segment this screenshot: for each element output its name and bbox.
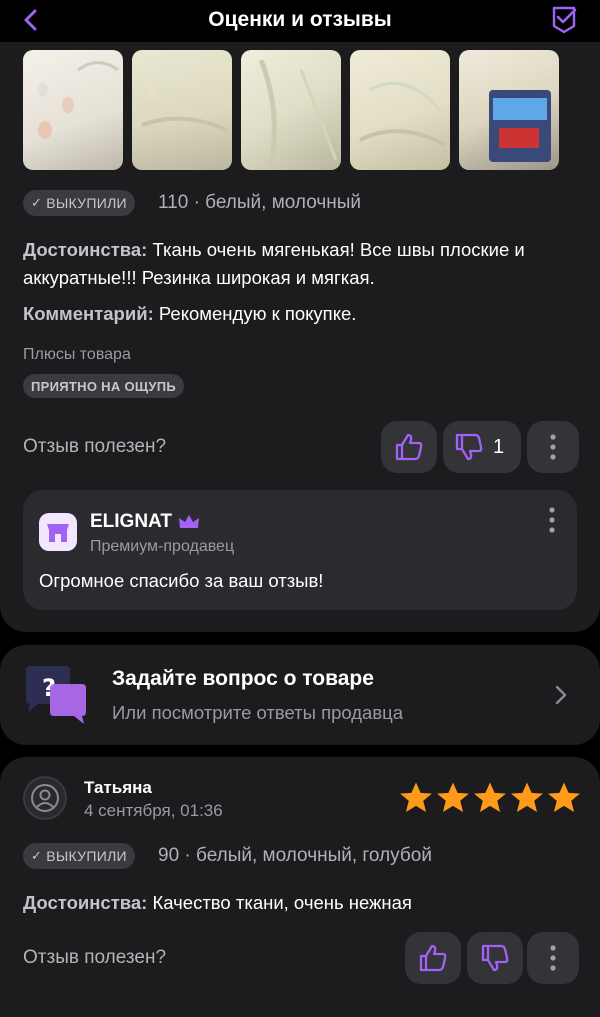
review-photo[interactable] xyxy=(23,50,123,170)
crown-icon xyxy=(178,515,199,528)
check-icon: ✓ xyxy=(31,195,43,210)
thumbs-up-icon xyxy=(419,944,447,972)
ask-question-banner[interactable]: ? Задайте вопрос о товаре Или посмотрите… xyxy=(0,645,600,745)
star-icon xyxy=(474,782,506,813)
pros-tag: ПРИЯТНО НА ОЩУПЬ xyxy=(23,374,185,398)
author-name: Татьяна xyxy=(84,778,152,797)
seller-name: ELIGNAT xyxy=(90,511,172,532)
review-photo[interactable] xyxy=(132,50,232,170)
star-icon xyxy=(548,782,580,813)
pros-text: Достоинства: Качество ткани, очень нежна… xyxy=(23,892,412,913)
helpful-label: Отзыв полезен? xyxy=(23,947,167,968)
review-photos xyxy=(23,50,600,170)
product-pros-title: Плюсы товара xyxy=(23,346,131,363)
user-icon xyxy=(31,784,59,812)
review-photo[interactable] xyxy=(350,50,450,170)
bought-badge: ✓ ВЫКУПИЛИ xyxy=(23,190,135,216)
dislike-button[interactable]: 1 xyxy=(443,421,521,473)
helpful-label: Отзыв полезен? xyxy=(23,436,167,457)
star-icon xyxy=(511,782,543,813)
dislike-count: 1 xyxy=(493,435,505,458)
dislike-button[interactable] xyxy=(467,932,523,984)
more-vertical-icon xyxy=(550,945,556,971)
ask-title: Задайте вопрос о товаре xyxy=(112,667,374,690)
pros-text: Достоинства: Ткань очень мягенькая! Все … xyxy=(23,239,525,288)
top-bar: Оценки и отзывы xyxy=(0,0,600,42)
more-options-button[interactable] xyxy=(527,421,579,473)
chat-question-icon: ? xyxy=(26,666,86,724)
avatar xyxy=(23,776,67,820)
bought-badge: ✓ ВЫКУПИЛИ xyxy=(23,843,135,869)
check-icon: ✓ xyxy=(31,848,43,863)
like-button[interactable] xyxy=(405,932,461,984)
review-card: Татьяна 4 сентября, 01:36 ✓ ВЫКУПИЛИ 90 … xyxy=(0,757,600,1017)
store-icon xyxy=(47,524,69,542)
review-photo[interactable] xyxy=(459,50,559,170)
review-card: ✓ ВЫКУПИЛИ 110 · белый, молочный Достоин… xyxy=(0,42,600,632)
seller-reply-text: Огромное спасибо за ваш отзыв! xyxy=(39,570,324,591)
bag-check-icon[interactable] xyxy=(548,4,580,36)
thumbs-down-icon xyxy=(481,944,509,972)
more-options-button[interactable] xyxy=(527,932,579,984)
size-color: 110 · белый, молочный xyxy=(158,192,362,213)
star-icon xyxy=(437,782,469,813)
star-icon xyxy=(400,782,432,813)
review-date: 4 сентября, 01:36 xyxy=(84,801,223,820)
seller-reply: ELIGNAT Премиум-продавец Огромное спасиб… xyxy=(23,490,577,610)
thumbs-up-icon xyxy=(395,433,423,461)
comment-text: Комментарий: Рекомендую к покупке. xyxy=(23,303,357,324)
chevron-right-icon xyxy=(555,685,567,705)
thumbs-down-icon xyxy=(455,433,483,461)
shop-logo xyxy=(39,513,77,551)
more-vertical-icon xyxy=(550,434,556,460)
page-title: Оценки и отзывы xyxy=(208,8,392,31)
seller-status: Премиум-продавец xyxy=(90,538,235,555)
ask-subtitle: Или посмотрите ответы продавца xyxy=(112,702,404,723)
rating-stars xyxy=(398,781,582,815)
like-button[interactable] xyxy=(381,421,437,473)
size-color: 90 · белый, молочный, голубой xyxy=(158,845,432,866)
review-photo[interactable] xyxy=(241,50,341,170)
seller-name-row: ELIGNAT xyxy=(90,511,200,533)
more-vertical-icon[interactable] xyxy=(549,507,555,533)
